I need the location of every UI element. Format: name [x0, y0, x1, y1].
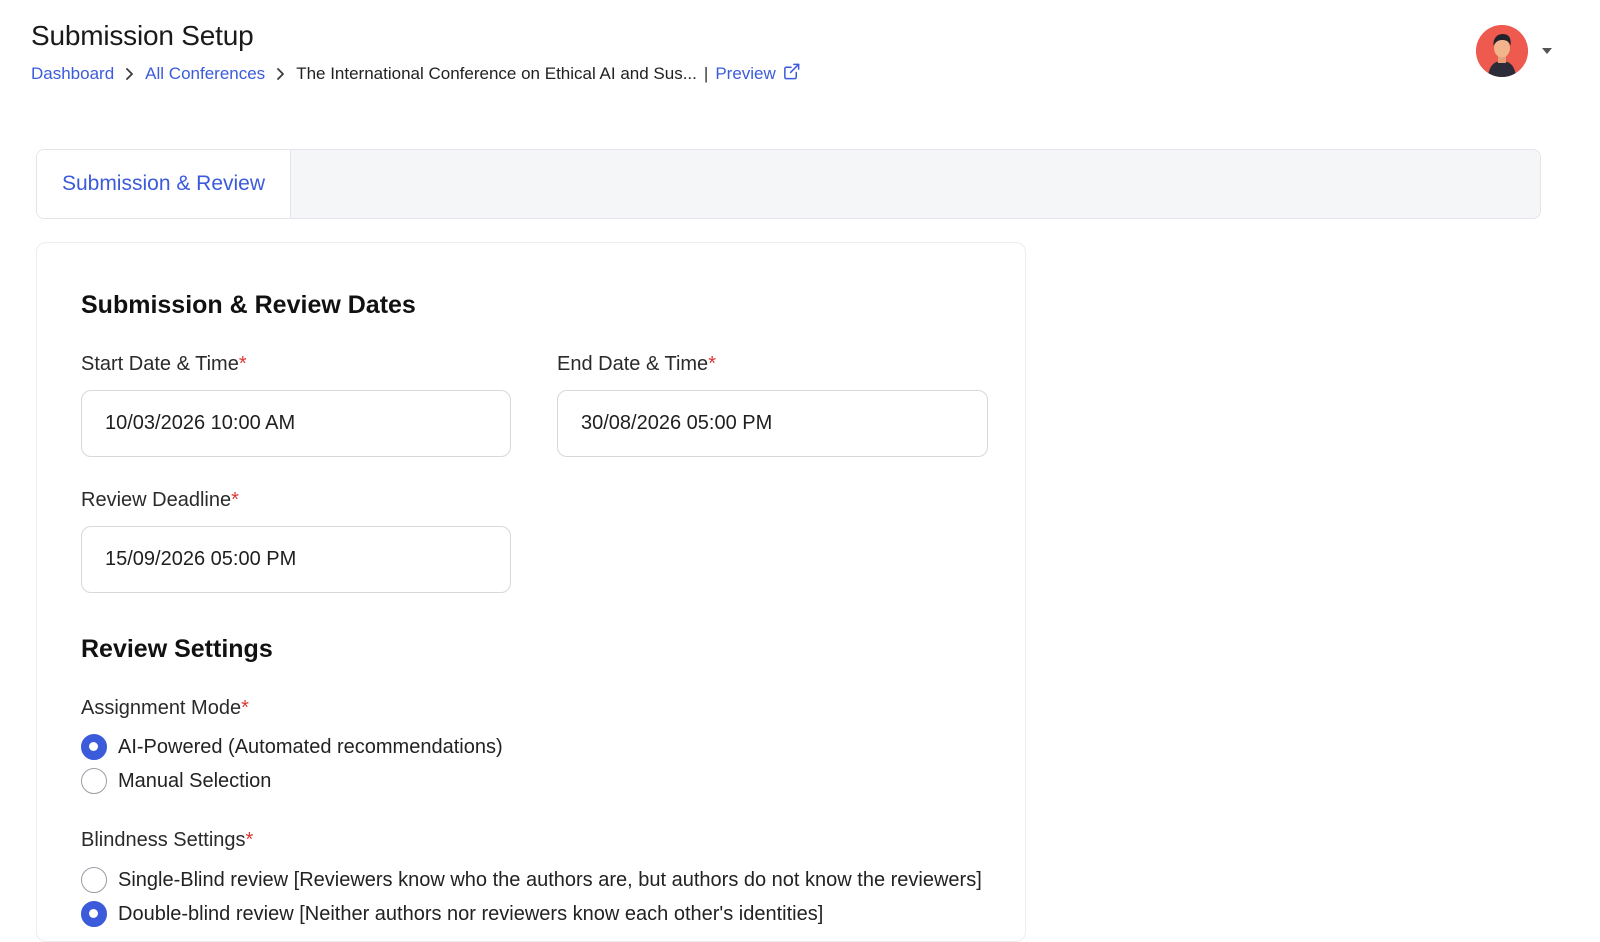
tab-submission-review[interactable]: Submission & Review: [37, 150, 291, 218]
review-deadline-input[interactable]: 15/09/2026 05:00 PM: [81, 526, 511, 593]
preview-link[interactable]: Preview: [715, 62, 800, 86]
radio-unselected-icon[interactable]: [81, 768, 107, 794]
required-mark: *: [231, 489, 239, 511]
preview-label: Preview: [715, 64, 776, 83]
start-date-label: Start Date & Time*: [81, 353, 247, 376]
end-date-label-text: End Date & Time: [557, 353, 709, 375]
breadcrumb-divider: |: [703, 64, 709, 83]
chevron-right-icon: [125, 67, 134, 81]
review-settings-title: Review Settings: [81, 635, 273, 663]
radio-selected-icon[interactable]: [81, 901, 107, 927]
breadcrumb-dashboard-link[interactable]: Dashboard: [31, 64, 114, 84]
review-deadline-label: Review Deadline*: [81, 489, 239, 512]
tab-bar: Submission & Review: [36, 149, 1541, 219]
breadcrumb-all-conferences-link[interactable]: All Conferences: [145, 64, 265, 84]
radio-selected-icon[interactable]: [81, 734, 107, 760]
user-avatar-icon[interactable]: [1476, 25, 1528, 77]
breadcrumb-current-conference: The International Conference on Ethical …: [296, 64, 697, 83]
page-title: Submission Setup: [31, 20, 254, 51]
dates-section-title: Submission & Review Dates: [81, 291, 416, 319]
caret-down-icon[interactable]: [1542, 48, 1552, 54]
assignment-option-manual[interactable]: Manual Selection: [81, 768, 271, 794]
required-mark: *: [241, 697, 249, 719]
user-menu[interactable]: [1476, 25, 1552, 77]
page-header: Submission Setup Dashboard All Conferenc…: [31, 20, 801, 86]
blindness-option-label: Single-Blind review [Reviewers know who …: [118, 868, 982, 891]
assignment-option-ai-powered[interactable]: AI-Powered (Automated recommendations): [81, 734, 503, 760]
blindness-settings-label-text: Blindness Settings: [81, 829, 246, 851]
breadcrumb: Dashboard All Conferences The Internatio…: [31, 62, 801, 86]
review-deadline-label-text: Review Deadline: [81, 489, 232, 511]
assignment-option-label: Manual Selection: [118, 769, 272, 792]
assignment-mode-label: Assignment Mode*: [81, 697, 249, 720]
required-mark: *: [238, 353, 247, 375]
radio-unselected-icon[interactable]: [81, 867, 107, 893]
start-date-input[interactable]: 10/03/2026 10:00 AM: [81, 390, 511, 457]
chevron-right-icon: [276, 67, 285, 81]
blindness-option-single-blind[interactable]: Single-Blind review [Reviewers know who …: [81, 867, 982, 893]
blindness-settings-label: Blindness Settings*: [81, 829, 253, 852]
required-mark: *: [245, 829, 254, 851]
external-link-icon: [782, 62, 801, 86]
required-mark: *: [708, 353, 716, 375]
blindness-option-label: Double-blind review [Neither authors nor…: [118, 902, 824, 925]
assignment-mode-label-text: Assignment Mode: [81, 697, 242, 719]
start-date-label-text: Start Date & Time: [81, 353, 239, 375]
end-date-input[interactable]: 30/08/2026 05:00 PM: [557, 390, 988, 457]
assignment-option-label: AI-Powered (Automated recommendations): [118, 735, 503, 758]
submission-settings-card: Submission & Review Dates Start Date & T…: [36, 242, 1026, 942]
end-date-label: End Date & Time*: [557, 353, 716, 376]
blindness-option-double-blind[interactable]: Double-blind review [Neither authors nor…: [81, 901, 823, 927]
